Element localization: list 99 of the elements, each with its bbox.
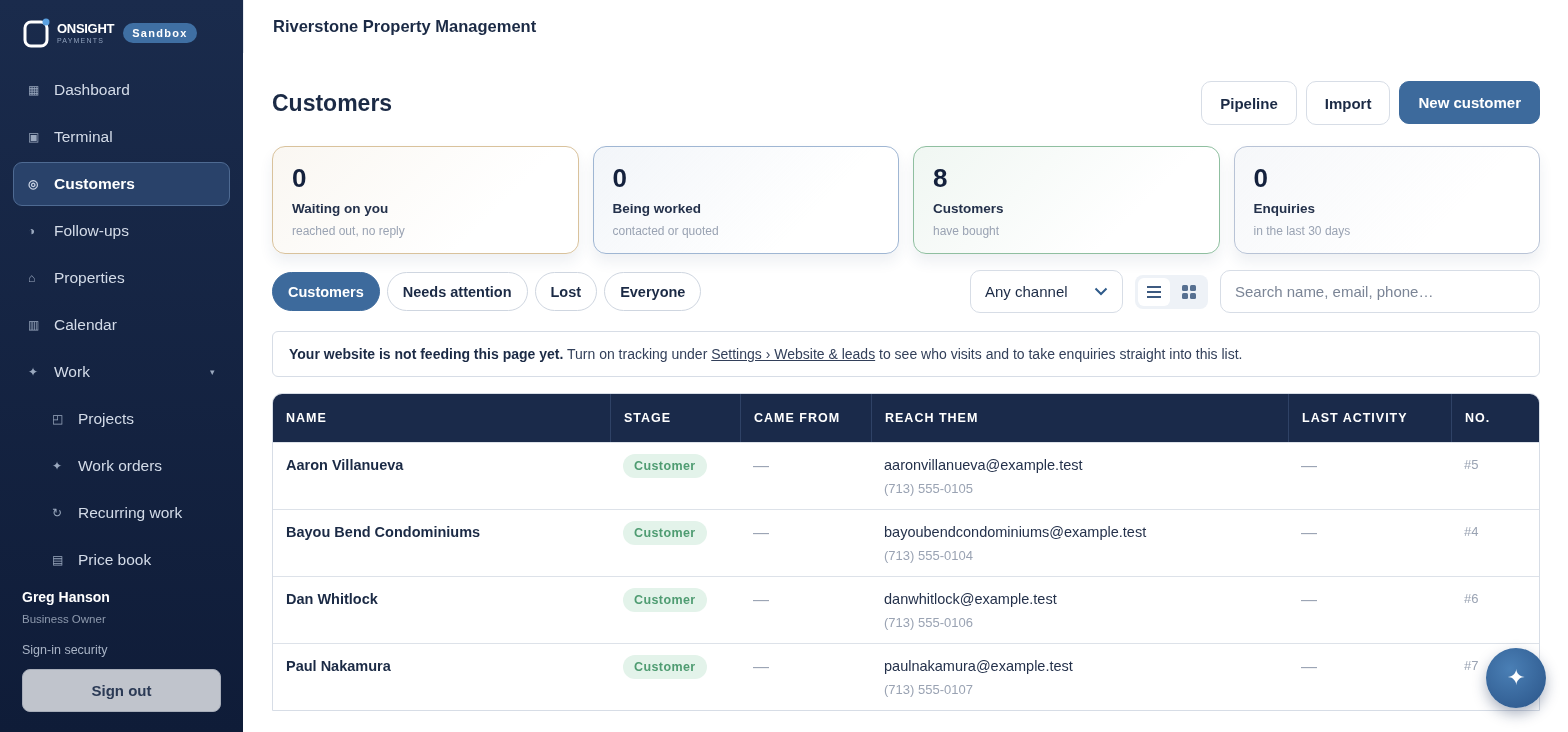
nav-item[interactable]: ▦ Dashboard (13, 68, 230, 112)
stat-card[interactable]: 0 Enquiries in the last 30 days (1233, 146, 1540, 254)
nav-item[interactable]: ✦ Work orders (13, 444, 230, 488)
stat-value: 8 (933, 163, 949, 194)
nav-icon: ▥ (28, 318, 54, 332)
stat-caption: have bought (933, 224, 1001, 238)
sign-in-security-link[interactable]: Sign-in security (22, 643, 221, 657)
stage-tag: Customer (623, 521, 707, 545)
column-header[interactable]: NO. (1451, 394, 1539, 442)
last-activity-cell: — (1301, 591, 1317, 609)
nav-icon: ◰ (52, 412, 78, 426)
user-role: Business Owner (22, 613, 107, 625)
stat-card[interactable]: 0 Waiting on you reached out, no reply (272, 146, 579, 254)
email-text: bayoubendcondominiums@example.test (884, 524, 1147, 540)
customer-name: Paul Nakamura (286, 658, 391, 674)
stat-label: Enquiries (1253, 201, 1316, 216)
nav-icon: ✦ (28, 365, 54, 379)
came-from-cell: — (753, 524, 769, 542)
nav-icon: ⌂ (28, 271, 54, 285)
list-view-button[interactable] (1138, 277, 1170, 306)
nav-item[interactable]: ▣ Terminal (13, 115, 230, 159)
website-notice-text: Your website is not feeding this page yet. Turn on tracking under Settings › Website & leads to see who visits and to take enquiries straight into this list. (289, 346, 1244, 362)
action-button[interactable]: Import (1305, 81, 1391, 125)
column-header[interactable]: CAME FROM (740, 394, 871, 442)
filter-chip[interactable]: Customers (272, 272, 380, 311)
stat-caption: in the last 30 days (1253, 224, 1352, 238)
caret-icon: ▾ (210, 367, 215, 377)
grid-icon (1182, 284, 1196, 299)
filter-chip[interactable]: Everyone (604, 272, 702, 311)
search-field[interactable]: Search name, email, phone… (1220, 270, 1540, 313)
customer-number: #7 (1464, 658, 1479, 673)
stat-value: 0 (292, 163, 308, 194)
assistant-button[interactable]: ✦ (1486, 648, 1546, 708)
last-activity-cell: — (1301, 457, 1317, 475)
nav-item[interactable]: ◎ Customers (13, 162, 230, 206)
organization-title: Riverstone Property Management (273, 17, 537, 36)
nav-icon: ◎ (28, 177, 54, 191)
stage-tag: Customer (623, 454, 707, 478)
page-title: Customers (272, 89, 393, 117)
customer-number: #4 (1464, 524, 1479, 539)
nav-item[interactable]: ⌂ Properties (13, 256, 230, 300)
stat-label: Being worked (612, 201, 702, 216)
customer-number: #5 (1464, 457, 1479, 472)
came-from-cell: — (753, 591, 769, 609)
filter-chip[interactable]: Needs attention (386, 272, 528, 311)
filter-chip[interactable]: Lost (534, 272, 598, 311)
stat-card[interactable]: 0 Being worked contacted or quoted (592, 146, 899, 254)
nav-icon: ↻ (52, 506, 78, 520)
customer-name: Aaron Villanueva (286, 457, 404, 473)
came-from-cell: — (753, 658, 769, 676)
phone-text: (713) 555-0104 (884, 548, 973, 563)
nav-item[interactable]: ◑ Follow-ups (13, 209, 230, 253)
last-activity-cell: — (1301, 658, 1317, 676)
came-from-cell: — (753, 457, 769, 475)
stage-tag: Customer (623, 588, 707, 612)
channel-dropdown[interactable]: Any channel (970, 270, 1123, 313)
stat-card[interactable]: 8 Customers have bought (913, 146, 1220, 254)
nav-item[interactable]: ▤ Price book (13, 538, 230, 582)
sign-out-button[interactable]: Sign out (22, 669, 221, 712)
nav-icon: ◑ (28, 224, 54, 238)
column-header[interactable]: STAGE (610, 394, 740, 442)
phone-text: (713) 555-0107 (884, 682, 973, 697)
column-header[interactable]: REACH THEM (871, 394, 1288, 442)
sandbox-badge: Sandbox (123, 23, 197, 43)
customer-name: Bayou Bend Condominiums (286, 524, 481, 540)
email-text: danwhitlock@example.test (884, 591, 1057, 607)
phone-text: (713) 555-0106 (884, 615, 973, 630)
last-activity-cell: — (1301, 524, 1317, 542)
stat-value: 0 (1253, 163, 1269, 194)
user-name: Greg Hanson (22, 589, 111, 605)
customer-name: Dan Whitlock (286, 591, 378, 607)
stage-tag: Customer (623, 655, 707, 679)
stat-caption: contacted or quoted (612, 224, 720, 238)
stat-caption: reached out, no reply (292, 224, 406, 238)
email-text: paulnakamura@example.test (884, 658, 1073, 674)
nav-icon: ▦ (28, 83, 54, 97)
nav-item[interactable]: ◰ Projects (13, 397, 230, 441)
column-header[interactable]: NAME (273, 394, 610, 442)
nav-item[interactable]: ▥ Calendar (13, 303, 230, 347)
sparkle-icon: ✦ (1507, 665, 1525, 691)
nav-icon: ✦ (52, 459, 78, 473)
column-header[interactable]: LAST ACTIVITY (1288, 394, 1451, 442)
nav-icon: ▣ (28, 130, 54, 144)
stat-label: Customers (933, 201, 1005, 216)
stat-label: Waiting on you (292, 201, 390, 216)
customer-number: #6 (1464, 591, 1479, 606)
stat-value: 0 (612, 163, 628, 194)
nav-item[interactable]: ✦ Work ▾ (13, 350, 230, 394)
nav-icon: ▤ (52, 553, 78, 567)
email-text: aaronvillanueva@example.test (884, 457, 1083, 473)
chevron-down-icon (1094, 287, 1108, 296)
phone-text: (713) 555-0105 (884, 481, 973, 496)
logo-icon (23, 18, 51, 48)
settings-link[interactable]: Settings › Website & leads (711, 346, 876, 362)
list-icon (1147, 284, 1161, 299)
nav-item[interactable]: ↻ Recurring work (13, 491, 230, 535)
new-customer-button[interactable]: New customer (1399, 81, 1540, 124)
brand-name: ONSIGHT (57, 22, 115, 35)
action-button[interactable]: Pipeline (1201, 81, 1297, 125)
